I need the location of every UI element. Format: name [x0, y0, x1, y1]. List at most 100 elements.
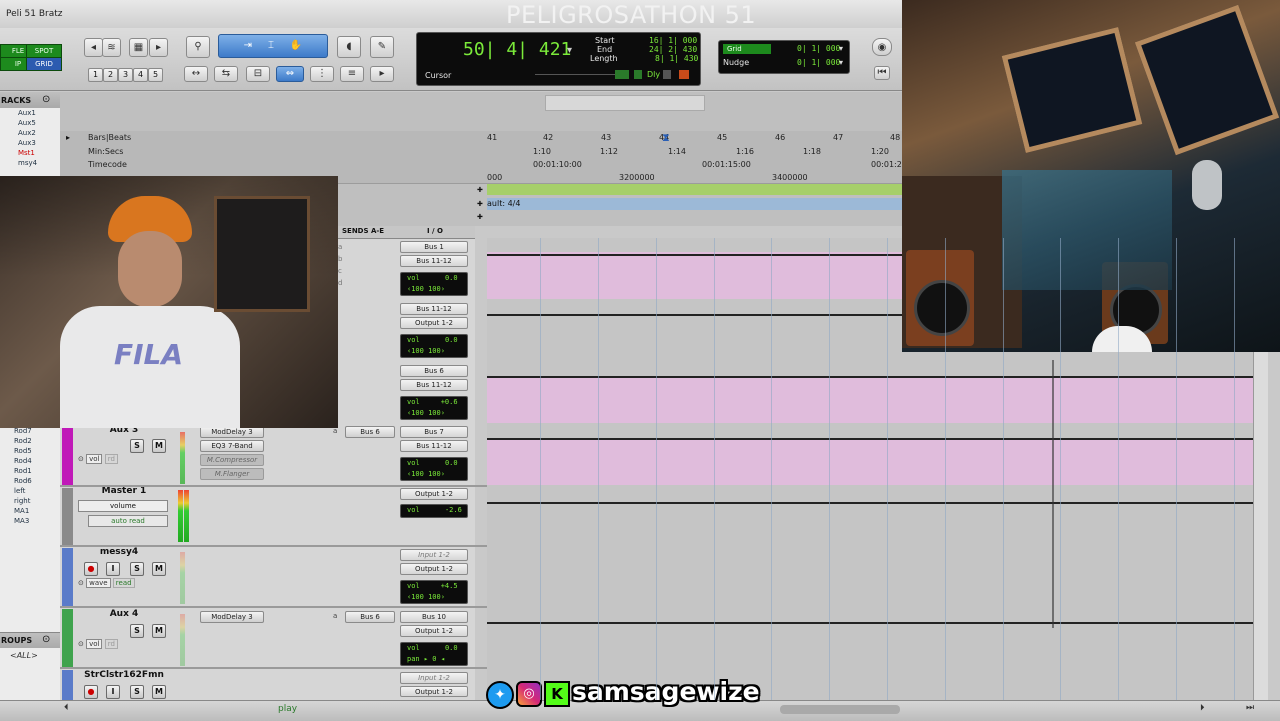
solo-button[interactable]: S: [130, 439, 144, 453]
track-list-item[interactable]: MA3: [0, 516, 60, 526]
automation-mode[interactable]: read: [112, 578, 135, 588]
volume-pan-display[interactable]: vol +0.6 ‹100 100›: [400, 396, 468, 420]
mute-button[interactable]: M: [152, 562, 166, 576]
grid-mode-button[interactable]: GRID: [26, 57, 62, 71]
send-slot[interactable]: Bus 6: [345, 426, 395, 438]
track-list-item[interactable]: Rod2: [0, 436, 60, 446]
zoom-preset-2[interactable]: 2: [103, 68, 118, 82]
grid-value[interactable]: 0| 1| 000: [797, 44, 840, 53]
sends-slots[interactable]: a b c d: [338, 241, 342, 289]
delay-compensation-label[interactable]: Dly: [647, 70, 660, 79]
pencil-tool-icon[interactable]: ✎: [370, 36, 394, 58]
link-timeline-icon[interactable]: ⇆: [214, 66, 238, 82]
insert-slot[interactable]: M.Flanger: [200, 468, 264, 480]
ruler-expand-icon[interactable]: ▸: [66, 133, 70, 142]
zoomer-tool-icon[interactable]: ⚲: [186, 36, 210, 58]
input-selector[interactable]: Input 1-2: [400, 549, 468, 561]
track-list-item[interactable]: Aux3: [0, 138, 60, 148]
send-slot-c[interactable]: c: [338, 265, 342, 277]
solo-button[interactable]: S: [130, 685, 144, 699]
volume-pan-display[interactable]: vol 0.0 ‹100 100›: [400, 457, 468, 481]
mute-button[interactable]: M: [152, 685, 166, 699]
selection-length-value[interactable]: 8| 1| 430: [655, 54, 698, 63]
nudge-value[interactable]: 0| 1| 000: [797, 58, 840, 67]
playhead-marker-icon[interactable]: ⧗: [662, 131, 676, 144]
counter-dropdown-icon[interactable]: ▾: [567, 45, 572, 56]
timecode-ruler[interactable]: [60, 157, 902, 171]
link-track-icon[interactable]: ⊟: [246, 66, 270, 82]
automation-mode[interactable]: rd: [104, 454, 118, 464]
audio-clip[interactable]: [487, 438, 1253, 485]
pan-readout[interactable]: ‹100 100›: [401, 284, 467, 295]
view-value[interactable]: vol: [86, 639, 103, 649]
input-monitor-button[interactable]: I: [106, 685, 120, 699]
send-slot[interactable]: Bus 6: [345, 611, 395, 623]
volume-value[interactable]: 0.0: [445, 336, 458, 344]
track-name-messy4[interactable]: messy4: [78, 547, 160, 557]
input-selector[interactable]: Bus 10: [400, 611, 468, 623]
output-selector[interactable]: Output 1-2: [400, 625, 468, 637]
lock-icon[interactable]: [634, 70, 642, 79]
send-slot-a[interactable]: a: [338, 241, 342, 253]
zoom-in-icon[interactable]: ▸: [149, 38, 168, 57]
send-slot-d[interactable]: d: [338, 277, 342, 289]
volume-value[interactable]: 0.0: [445, 644, 458, 652]
volume-pan-display[interactable]: vol +4.5 ‹100 100›: [400, 580, 468, 604]
zoom-preset-4[interactable]: 4: [133, 68, 148, 82]
trim-select-grabber-tools[interactable]: ⇥ ⌶ ✋: [218, 34, 328, 58]
add-tempo-icon[interactable]: ✚: [477, 186, 483, 194]
view-value[interactable]: wave: [86, 578, 111, 588]
mute-button[interactable]: M: [152, 439, 166, 453]
track-list-item[interactable]: right: [0, 496, 60, 506]
volume-readout[interactable]: vol +4.5: [401, 581, 467, 592]
audio-clip[interactable]: [487, 376, 1253, 423]
volume-readout[interactable]: vol -2.6: [401, 505, 467, 516]
track-list-item[interactable]: Rod1: [0, 466, 60, 476]
automation-mode[interactable]: rd: [104, 639, 118, 649]
volume-readout[interactable]: vol 0.0: [401, 335, 467, 346]
track-list-item[interactable]: Rod6: [0, 476, 60, 486]
volume-value[interactable]: +4.5: [441, 582, 458, 590]
output-selector[interactable]: Bus 11-12: [400, 255, 468, 267]
track-name-aux4[interactable]: Aux 4: [78, 609, 170, 619]
record-enable-button[interactable]: ●: [84, 562, 98, 576]
view-selector[interactable]: ⊙ vol rd: [78, 454, 118, 464]
track-list-item[interactable]: Aux2: [0, 128, 60, 138]
speaker-tool-icon[interactable]: ◖: [337, 36, 361, 58]
selection-start-value[interactable]: 16| 1| 000: [649, 36, 697, 45]
automation-param-selector[interactable]: volume: [78, 500, 168, 512]
nudge-dropdown-icon[interactable]: ▾: [839, 58, 843, 67]
return-to-zero-icon[interactable]: ⏮: [874, 66, 890, 80]
scroll-end-icon[interactable]: ⏭: [1246, 703, 1254, 713]
input-selector[interactable]: Bus 11-12: [400, 303, 468, 315]
volume-pan-display[interactable]: vol 0.0 ‹100 100›: [400, 272, 468, 296]
record-status-icon[interactable]: [679, 70, 689, 79]
send-slot-b[interactable]: b: [338, 253, 342, 265]
expand-toolbar-icon[interactable]: ◉: [872, 38, 892, 56]
volume-value[interactable]: 0.0: [445, 459, 458, 467]
trim-tool-icon[interactable]: ⇥: [244, 40, 252, 51]
input-selector[interactable]: Bus 6: [400, 365, 468, 377]
track-list-item[interactable]: Rod4: [0, 456, 60, 466]
record-enable-button[interactable]: ●: [84, 685, 98, 699]
track-list-item[interactable]: Rod5: [0, 446, 60, 456]
output-selector[interactable]: Output 1-2: [400, 563, 468, 575]
solo-button[interactable]: S: [130, 562, 144, 576]
volume-value[interactable]: -2.6: [445, 506, 462, 514]
grid-dropdown-icon[interactable]: ▾: [839, 44, 843, 53]
volume-readout[interactable]: vol 0.0: [401, 458, 467, 469]
vertical-scrollbar[interactable]: [1253, 352, 1268, 700]
zoom-preset-3[interactable]: 3: [118, 68, 133, 82]
track-list-item[interactable]: Aux1: [0, 108, 60, 118]
zoom-out-icon[interactable]: ◂: [84, 38, 103, 57]
output-selector[interactable]: Bus 11-12: [400, 440, 468, 452]
view-selector[interactable]: ⊙ vol rd: [78, 639, 118, 649]
pre-roll-icon[interactable]: [615, 70, 629, 79]
scroll-thumb[interactable]: [780, 705, 900, 714]
zoom-preset-1[interactable]: 1: [88, 68, 103, 82]
view-value[interactable]: vol: [86, 454, 103, 464]
min-secs-ruler[interactable]: [60, 144, 902, 158]
tracks-list-header[interactable]: RACKS ⊙: [0, 92, 60, 109]
solo-button[interactable]: S: [130, 624, 144, 638]
add-marker-icon[interactable]: ✚: [477, 213, 483, 221]
